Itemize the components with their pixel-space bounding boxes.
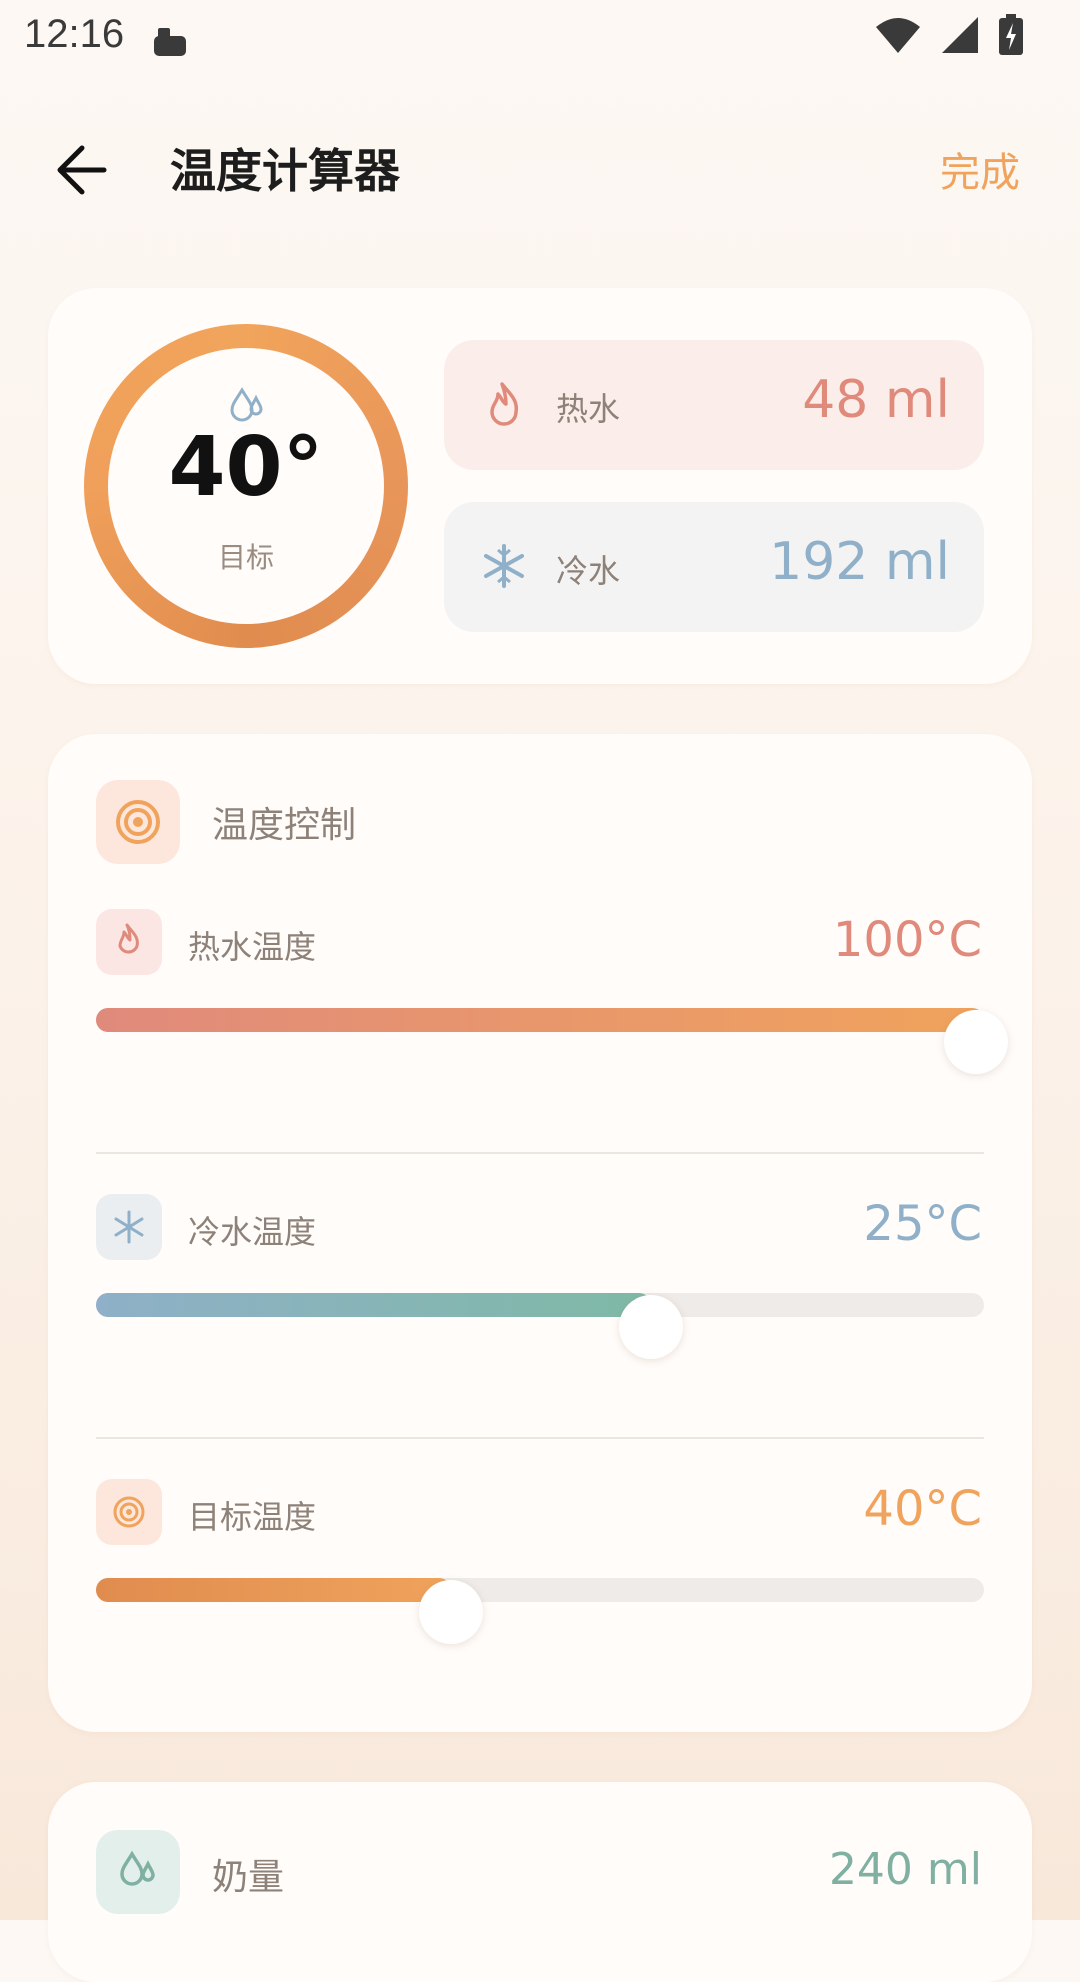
back-button[interactable] [52, 138, 116, 202]
milk-drop-icon-box [96, 1830, 180, 1914]
cold-temp-icon-box [96, 1194, 162, 1260]
target-label: 目标 [217, 541, 274, 574]
signal-icon [942, 17, 978, 53]
hot-temp-knob[interactable] [944, 1010, 1008, 1074]
hot-temp-value: 100°C [832, 912, 982, 968]
water-drop-icon [120, 1850, 155, 1886]
status-icons [874, 14, 1024, 56]
milk-label: 奶量 [212, 1857, 285, 1898]
target-temp-icon-box [96, 1479, 162, 1545]
milk-value: 240 ml [828, 1844, 982, 1895]
notification-icon [152, 26, 188, 58]
snowflake-icon [480, 542, 528, 590]
target-temp: 40° [168, 420, 324, 515]
snowflake-icon [114, 1210, 144, 1244]
target-temp-knob[interactable] [419, 1580, 484, 1644]
battery-icon [999, 14, 1023, 55]
divider [96, 1152, 984, 1154]
cold-temp-knob[interactable] [619, 1295, 683, 1359]
hot-water-value: 48 ml [802, 370, 950, 430]
done-button[interactable]: 完成 [940, 140, 1020, 198]
page-title: 温度计算器 [170, 144, 400, 198]
wifi-icon [876, 18, 920, 53]
water-drop-icon [228, 384, 268, 424]
flame-icon [480, 380, 528, 428]
target-temp-label: 目标温度 [188, 1498, 317, 1536]
hot-temp-icon-box [96, 909, 162, 975]
cold-temp-label: 冷水温度 [188, 1213, 317, 1251]
flame-icon [118, 923, 139, 954]
status-time: 12:16 [24, 12, 125, 56]
target-temp-value: 40°C [863, 1481, 982, 1537]
target-icon [113, 1496, 145, 1528]
hot-water-label: 热水 [556, 390, 621, 428]
arrow-left-icon [57, 145, 107, 195]
cold-temp-fill [96, 1293, 651, 1317]
target-temp-fill [96, 1578, 452, 1602]
divider [96, 1437, 984, 1439]
cold-temp-value: 25°C [863, 1196, 982, 1252]
control-title: 温度控制 [212, 805, 357, 846]
hot-temp-label: 热水温度 [188, 928, 317, 966]
cold-water-value: 192 ml [769, 532, 950, 592]
cold-water-label: 冷水 [556, 552, 621, 590]
hot-temp-fill [96, 1008, 984, 1032]
target-icon [96, 780, 180, 864]
